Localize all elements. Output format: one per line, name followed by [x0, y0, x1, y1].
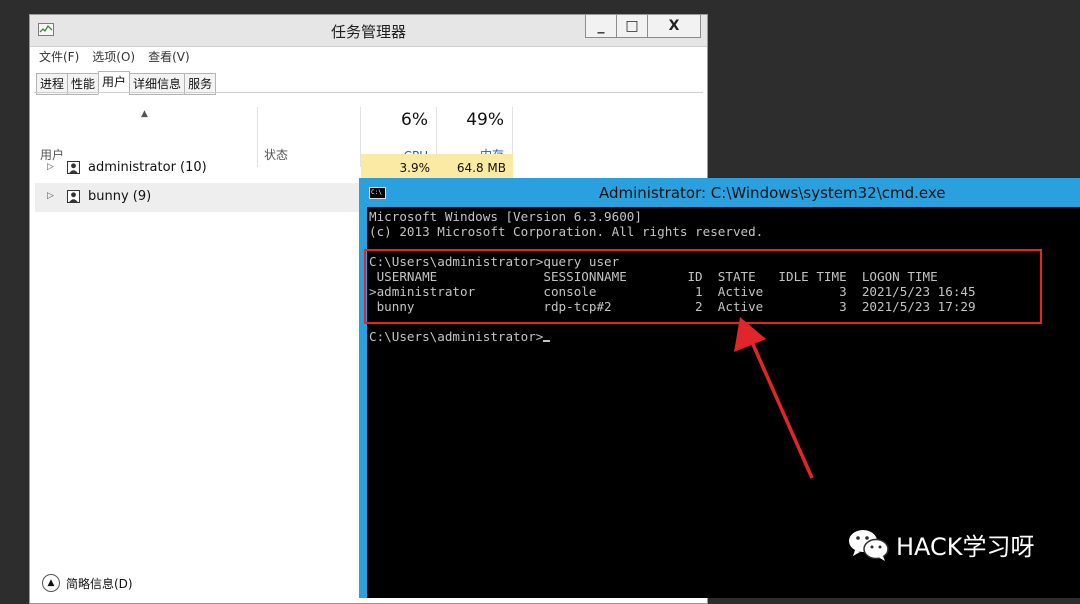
watermark: HACK学习呀 [848, 527, 1035, 562]
wechat-icon [849, 529, 889, 561]
annotation-arrow [734, 317, 814, 479]
watermark-text: HACK学习呀 [896, 533, 1035, 561]
